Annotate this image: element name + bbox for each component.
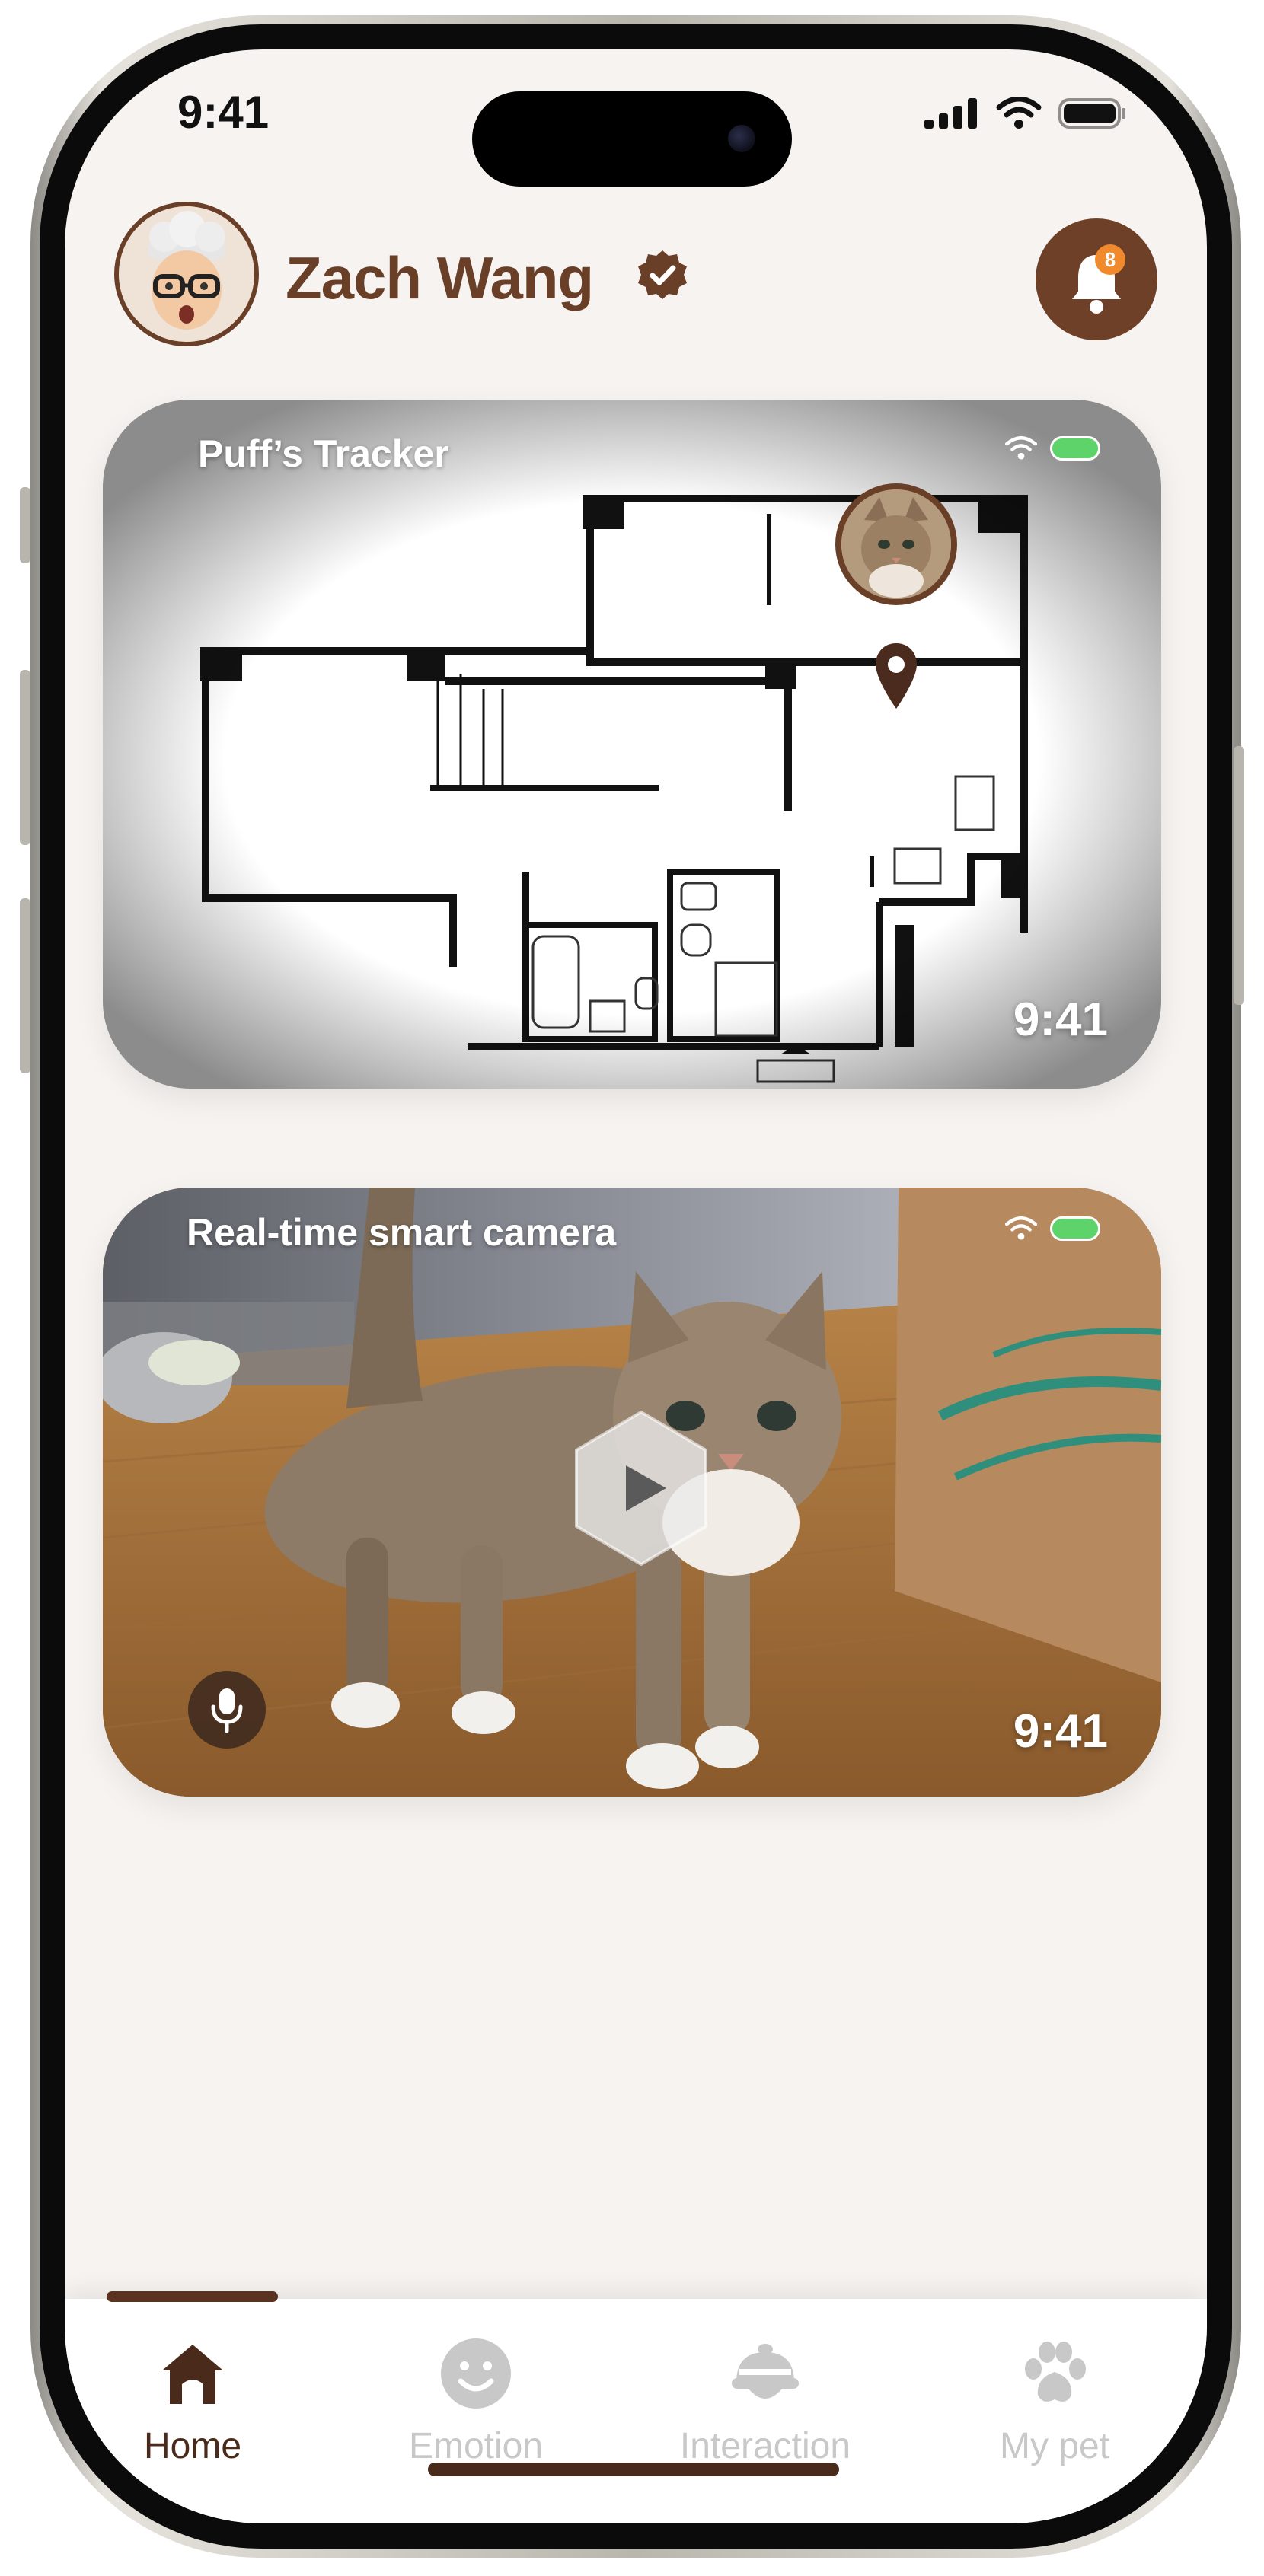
microphone-icon bbox=[211, 1688, 243, 1733]
cellular-signal-icon bbox=[924, 98, 977, 129]
smart-camera-card[interactable]: Real-time smart camera 9:41 bbox=[103, 1188, 1161, 1797]
bell-icon bbox=[1072, 255, 1121, 314]
status-time: 9:41 bbox=[177, 87, 270, 138]
notifications-button[interactable]: 8 bbox=[1036, 218, 1157, 340]
smiley-icon bbox=[441, 2338, 511, 2409]
tab-emotion[interactable]: Emotion bbox=[369, 2335, 583, 2472]
pet-tracker-card[interactable]: Puff’s Tracker 9:41 bbox=[103, 400, 1161, 1089]
user-avatar[interactable] bbox=[114, 202, 259, 346]
bottom-tab-bar: Home Emotion Interaction My pet bbox=[65, 2291, 1207, 2523]
notification-count-badge: 8 bbox=[1095, 244, 1125, 275]
house-icon bbox=[162, 2345, 223, 2404]
home-indicator[interactable] bbox=[428, 2463, 839, 2476]
tracker-title: Puff’s Tracker bbox=[198, 432, 449, 475]
tracker-time: 9:41 bbox=[1013, 993, 1108, 1046]
battery-icon bbox=[1058, 98, 1125, 129]
status-icons bbox=[924, 97, 1127, 130]
tab-home-label: Home bbox=[143, 2426, 242, 2466]
camera-title: Real-time smart camera bbox=[187, 1211, 617, 1254]
verified-badge-icon bbox=[638, 250, 687, 299]
paw-icon bbox=[1025, 2342, 1086, 2402]
bell-toy-icon bbox=[732, 2344, 799, 2399]
cat-face-icon bbox=[841, 489, 951, 599]
tab-my-pet-label: My pet bbox=[999, 2426, 1110, 2466]
side-button-power bbox=[1234, 746, 1244, 1005]
memoji-avatar-icon bbox=[119, 206, 254, 342]
dynamic-island bbox=[472, 91, 792, 187]
tab-home[interactable]: Home bbox=[86, 2335, 299, 2472]
tab-interaction[interactable]: Interaction bbox=[659, 2335, 872, 2472]
location-pin-icon bbox=[876, 643, 917, 709]
tab-interaction-label: Interaction bbox=[679, 2426, 851, 2466]
pet-location-avatar[interactable] bbox=[835, 483, 957, 605]
camera-lens-icon bbox=[728, 125, 755, 152]
tab-my-pet[interactable]: My pet bbox=[948, 2335, 1161, 2472]
side-button-volume-down bbox=[20, 898, 30, 1073]
side-button-volume-up bbox=[20, 670, 30, 845]
app-screen: 9:41 Zach Wang 8 Puff’s Tracker 9:41 Rea… bbox=[65, 49, 1207, 2523]
user-name: Zach Wang bbox=[286, 244, 594, 311]
side-button-silent bbox=[20, 487, 30, 563]
active-tab-indicator bbox=[107, 2291, 278, 2302]
device-battery-icon bbox=[1050, 436, 1100, 461]
floor-plan-map bbox=[200, 495, 1028, 1083]
tracker-status-icons bbox=[1004, 436, 1100, 461]
camera-time: 9:41 bbox=[1013, 1705, 1108, 1758]
microphone-button[interactable] bbox=[188, 1671, 266, 1749]
wifi-icon bbox=[1004, 1216, 1038, 1240]
camera-battery-icon bbox=[1050, 1216, 1100, 1241]
wifi-icon bbox=[996, 97, 1042, 129]
wifi-icon bbox=[1004, 436, 1038, 460]
camera-status-icons bbox=[1004, 1216, 1100, 1241]
tab-emotion-label: Emotion bbox=[408, 2426, 544, 2466]
play-button[interactable] bbox=[569, 1408, 713, 1568]
